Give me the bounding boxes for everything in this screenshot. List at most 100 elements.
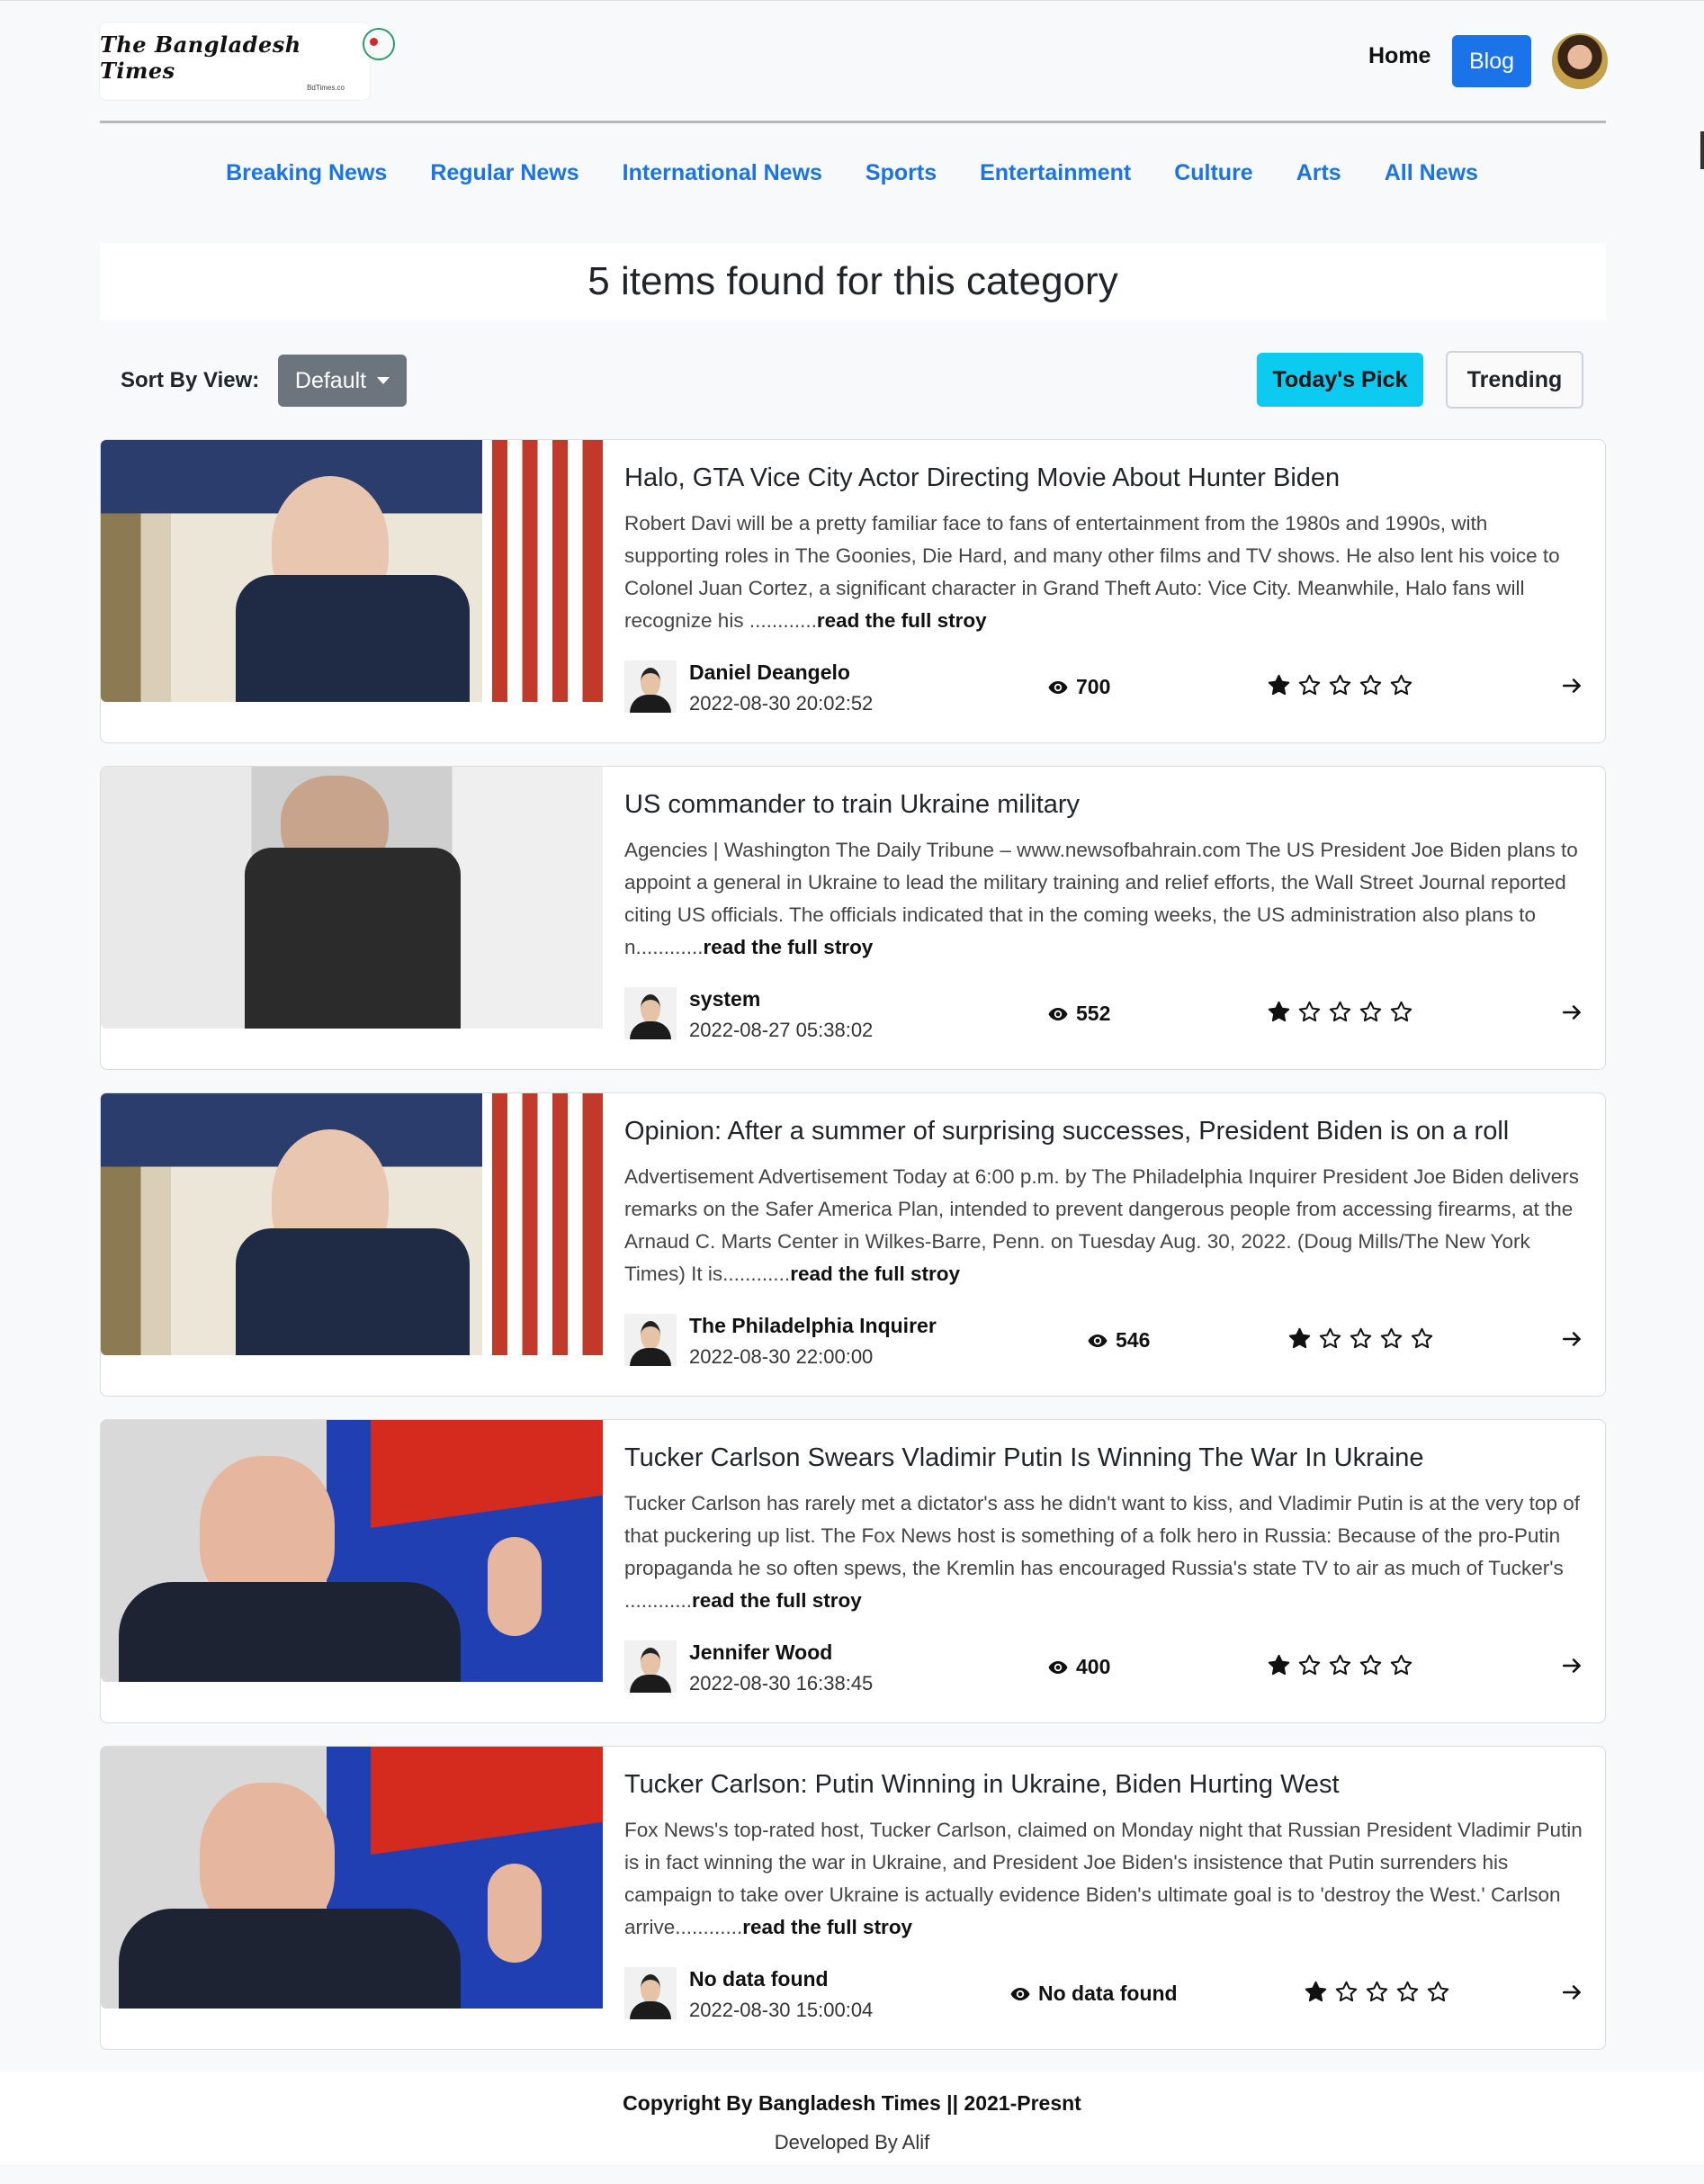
article-image[interactable] (101, 767, 603, 1029)
read-more-link[interactable]: read the full stroy (692, 1589, 862, 1612)
photo-hand (488, 1864, 542, 1963)
category-link-breaking-news[interactable]: Breaking News (226, 160, 387, 186)
photo-suit (119, 1909, 461, 2009)
star-empty-icon[interactable] (1359, 673, 1383, 697)
article-title[interactable]: Tucker Carlson Swears Vladimir Putin Is … (624, 1443, 1424, 1473)
star-empty-icon[interactable] (1389, 673, 1413, 697)
star-empty-icon[interactable] (1334, 1980, 1359, 2004)
article-description: Fox News's top-rated host, Tucker Carlso… (624, 1814, 1587, 1944)
star-filled-icon[interactable] (1267, 1000, 1291, 1024)
flag-red-stripe (371, 1420, 603, 1528)
author-name: The Philadelphia Inquirer (689, 1314, 937, 1337)
article-card[interactable]: Opinion: After a summer of surprising su… (100, 1092, 1606, 1397)
read-more-link[interactable]: read the full stroy (704, 936, 874, 958)
star-empty-icon[interactable] (1297, 1000, 1322, 1024)
category-link-arts[interactable]: Arts (1296, 160, 1341, 186)
article-description: Advertisement Advertisement Today at 6:0… (624, 1161, 1587, 1290)
star-rating[interactable] (1287, 1326, 1434, 1351)
article-image[interactable] (101, 1747, 603, 2009)
star-empty-icon[interactable] (1318, 1326, 1342, 1351)
category-link-culture[interactable]: Culture (1174, 160, 1253, 186)
publish-date: 2022-08-30 20:02:52 (689, 692, 874, 715)
star-empty-icon[interactable] (1359, 1000, 1383, 1024)
star-filled-icon[interactable] (1267, 1653, 1291, 1677)
page: The Bangladesh Times BdTimes.co Home Blo… (0, 0, 1704, 2184)
star-empty-icon[interactable] (1426, 1980, 1450, 2004)
read-more-link[interactable]: read the full stroy (742, 1916, 912, 1938)
user-avatar[interactable] (1552, 33, 1608, 89)
star-empty-icon[interactable] (1365, 1980, 1389, 2004)
star-rating[interactable] (1304, 1980, 1450, 2004)
article-title[interactable]: US commander to train Ukraine military (624, 790, 1080, 820)
article-card[interactable]: US commander to train Ukraine military A… (100, 766, 1606, 1070)
site-logo[interactable]: The Bangladesh Times BdTimes.co (100, 22, 395, 100)
logo-emblem-icon (363, 27, 395, 60)
nav-home-link[interactable]: Home (1368, 43, 1430, 69)
star-empty-icon[interactable] (1328, 1653, 1352, 1677)
sort-dropdown[interactable]: Default (278, 355, 407, 407)
view-count: 546 (1087, 1328, 1150, 1353)
sort-label: Sort By View: (121, 368, 260, 392)
article-title[interactable]: Tucker Carlson: Putin Winning in Ukraine… (624, 1770, 1340, 1800)
article-title[interactable]: Halo, GTA Vice City Actor Directing Movi… (624, 463, 1340, 493)
star-empty-icon[interactable] (1395, 1980, 1420, 2004)
arrow-right-icon[interactable] (1561, 1327, 1584, 1351)
star-rating[interactable] (1267, 1653, 1413, 1677)
star-rating[interactable] (1267, 673, 1413, 697)
publish-date: 2022-08-30 16:38:45 (689, 1672, 874, 1694)
article-title[interactable]: Opinion: After a summer of surprising su… (624, 1117, 1509, 1146)
article-description: Agencies | Washington The Daily Tribune … (624, 834, 1587, 964)
flag-red-stripe (371, 1747, 603, 1855)
article-image[interactable] (101, 1420, 603, 1682)
star-empty-icon[interactable] (1359, 1653, 1383, 1677)
eye-icon (1048, 1660, 1068, 1674)
read-more-link[interactable]: read the full stroy (790, 1263, 960, 1285)
nav-blog-button[interactable]: Blog (1452, 35, 1531, 87)
view-count: No data found (1009, 1982, 1178, 2006)
star-filled-icon[interactable] (1287, 1326, 1312, 1351)
star-filled-icon[interactable] (1304, 1980, 1328, 2004)
category-nav: Breaking News Regular News International… (0, 160, 1704, 186)
star-empty-icon[interactable] (1410, 1326, 1434, 1351)
author-avatar (624, 1640, 677, 1693)
category-link-international-news[interactable]: International News (623, 160, 822, 186)
view-count-value: 700 (1076, 675, 1111, 698)
article-card[interactable]: Tucker Carlson: Putin Winning in Ukraine… (100, 1746, 1606, 2050)
article-image[interactable] (101, 440, 603, 702)
article-card[interactable]: Halo, GTA Vice City Actor Directing Movi… (100, 439, 1606, 743)
star-empty-icon[interactable] (1328, 673, 1352, 697)
star-rating[interactable] (1267, 1000, 1413, 1024)
star-empty-icon[interactable] (1297, 1653, 1322, 1677)
star-empty-icon[interactable] (1297, 673, 1322, 697)
star-empty-icon[interactable] (1389, 1000, 1413, 1024)
star-empty-icon[interactable] (1349, 1326, 1373, 1351)
eye-icon (1048, 680, 1068, 694)
star-filled-icon[interactable] (1267, 673, 1291, 697)
caret-down-icon (377, 377, 390, 384)
photo-hand (488, 1537, 542, 1636)
eye-icon (1010, 1987, 1030, 2000)
article-image[interactable] (101, 1093, 603, 1355)
todays-pick-button[interactable]: Today's Pick (1257, 353, 1423, 407)
author-avatar (624, 987, 677, 1039)
footer-copyright: Copyright By Bangladesh Times || 2021-Pr… (623, 2091, 1081, 2115)
arrow-right-icon[interactable] (1561, 674, 1584, 697)
results-count-heading: 5 items found for this category (100, 243, 1606, 320)
star-empty-icon[interactable] (1328, 1000, 1352, 1024)
footer-developer: Developed By Alif (774, 2131, 930, 2153)
arrow-right-icon[interactable] (1561, 1981, 1584, 2004)
star-empty-icon[interactable] (1379, 1326, 1404, 1351)
arrow-right-icon[interactable] (1561, 1001, 1584, 1024)
logo-wordmark: The Bangladesh Times BdTimes.co (100, 27, 395, 92)
category-link-sports[interactable]: Sports (865, 160, 937, 186)
author-name: Daniel Deangelo (689, 661, 850, 684)
category-link-entertainment[interactable]: Entertainment (980, 160, 1131, 186)
scrollbar-thumb[interactable] (1700, 131, 1704, 169)
article-card[interactable]: Tucker Carlson Swears Vladimir Putin Is … (100, 1419, 1606, 1723)
category-link-all-news[interactable]: All News (1385, 160, 1478, 186)
star-empty-icon[interactable] (1389, 1653, 1413, 1677)
trending-button[interactable]: Trending (1446, 351, 1583, 409)
arrow-right-icon[interactable] (1561, 1654, 1584, 1677)
read-more-link[interactable]: read the full stroy (817, 609, 987, 632)
category-link-regular-news[interactable]: Regular News (430, 160, 578, 186)
